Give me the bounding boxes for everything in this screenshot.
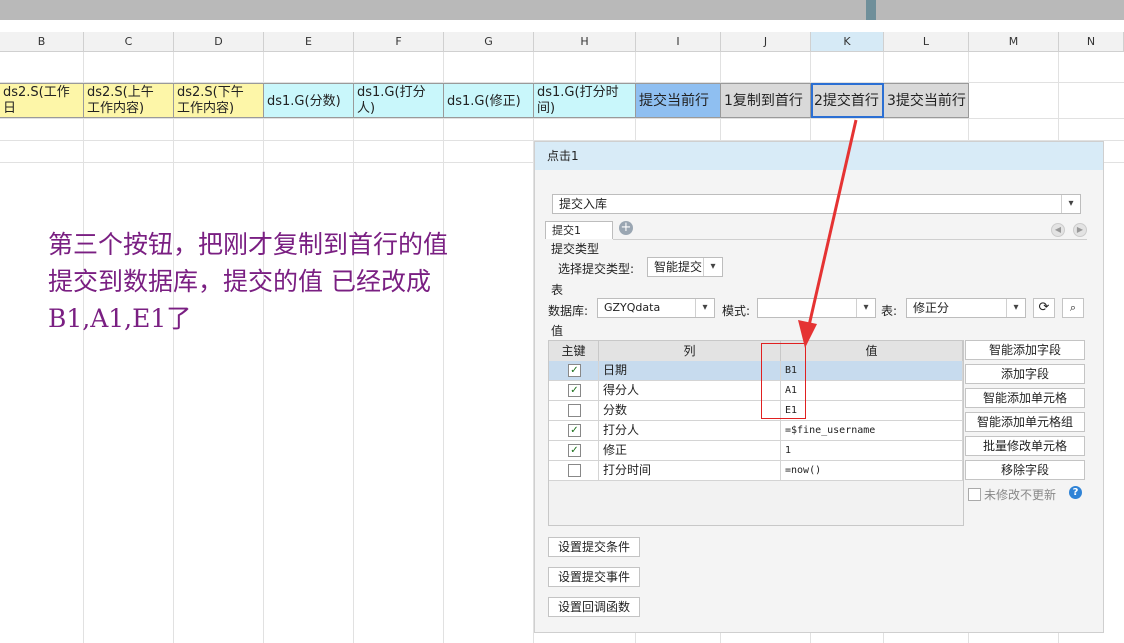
- arrow-line: [806, 119, 858, 331]
- annotation-arrow: [798, 119, 858, 348]
- arrow-head: [798, 320, 817, 348]
